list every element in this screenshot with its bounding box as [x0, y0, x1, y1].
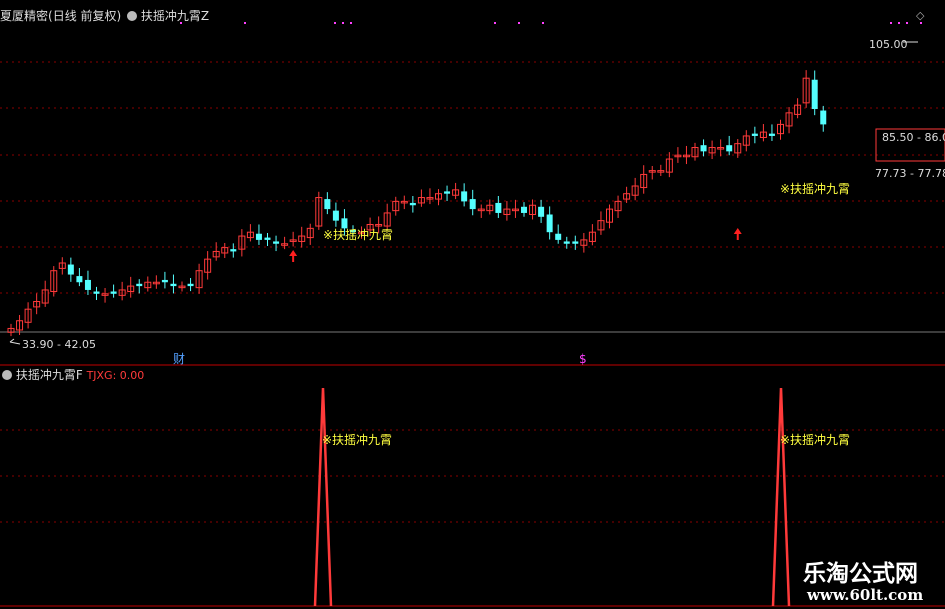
top-dot: [244, 22, 246, 24]
top-dot: [494, 22, 496, 24]
signal-text-1: ※扶摇冲九霄: [323, 228, 394, 242]
candle-body: [93, 291, 100, 294]
candle-body: [264, 237, 271, 240]
candles: [7, 70, 827, 337]
candle-body: [230, 249, 237, 252]
candlestick-chart: [0, 22, 945, 607]
sub-panel-header: 扶摇冲九霄F TJXG: 0.00: [2, 368, 144, 383]
box-lower-label: 77.73 - 77.78: [875, 167, 945, 180]
candle-body: [700, 145, 707, 152]
candle-body: [332, 210, 339, 221]
candle-body: [136, 283, 143, 287]
dollar-marker[interactable]: $: [579, 352, 587, 366]
signal-arrow: [289, 250, 298, 262]
top-dot: [906, 22, 908, 24]
sub-signal-text-2: ※扶摇冲九霄: [780, 433, 851, 447]
candle-body: [546, 214, 553, 233]
sub-indicator-value: TJXG: 0.00: [86, 369, 145, 382]
top-dot: [350, 22, 352, 24]
low-pointer: [9, 338, 21, 345]
top-dot: [180, 22, 182, 24]
candle-body: [67, 264, 74, 275]
finance-marker[interactable]: 财: [173, 352, 185, 366]
candle-body: [409, 202, 416, 206]
watermark-url: www.60lt.com: [807, 586, 924, 604]
top-dot: [342, 22, 344, 24]
sub-indicator-name[interactable]: 扶摇冲九霄F: [16, 368, 83, 382]
candle-body: [555, 233, 562, 240]
sub-signal-text-1: ※扶摇冲九霄: [322, 433, 393, 447]
candle-body: [469, 199, 476, 210]
candle-body: [187, 283, 194, 287]
chart-annotations: [9, 22, 945, 607]
candle-body: [255, 233, 262, 240]
top-dot: [334, 22, 336, 24]
high-price-label: 105.00: [869, 38, 908, 51]
candle-body: [811, 79, 818, 109]
candle-body: [768, 133, 775, 136]
top-dot: [898, 22, 900, 24]
candle-body: [563, 241, 570, 244]
box-upper-label: 85.50 - 86.04: [882, 131, 945, 144]
candle-body: [170, 283, 177, 287]
candle-body: [161, 279, 168, 283]
grid-lines: [0, 61, 945, 607]
top-dot: [518, 22, 520, 24]
top-dot: [920, 22, 922, 24]
candle-body: [495, 202, 502, 213]
candle-body: [341, 218, 348, 229]
low-price-label: 33.90 - 42.05: [22, 338, 96, 351]
candle-body: [461, 191, 468, 202]
signal-text-2: ※扶摇冲九霄: [780, 182, 851, 196]
circle-chevron-icon[interactable]: [2, 370, 12, 380]
signal-spike: [313, 387, 333, 607]
candle-body: [820, 110, 827, 125]
candle-body: [521, 206, 527, 213]
signal-arrow: [733, 228, 742, 240]
candle-body: [444, 191, 451, 194]
signal-spike: [771, 387, 791, 607]
candle-body: [84, 279, 91, 290]
top-dot: [542, 22, 544, 24]
candle-body: [751, 133, 758, 136]
candle-body: [538, 206, 545, 217]
candle-body: [726, 145, 733, 152]
candle-body: [273, 241, 280, 244]
candle-body: [324, 199, 331, 210]
watermark-title: 乐淘公式网: [803, 561, 918, 587]
top-dot: [890, 22, 892, 24]
candle-body: [110, 291, 117, 294]
candle-body: [572, 241, 579, 244]
candle-body: [76, 276, 83, 283]
